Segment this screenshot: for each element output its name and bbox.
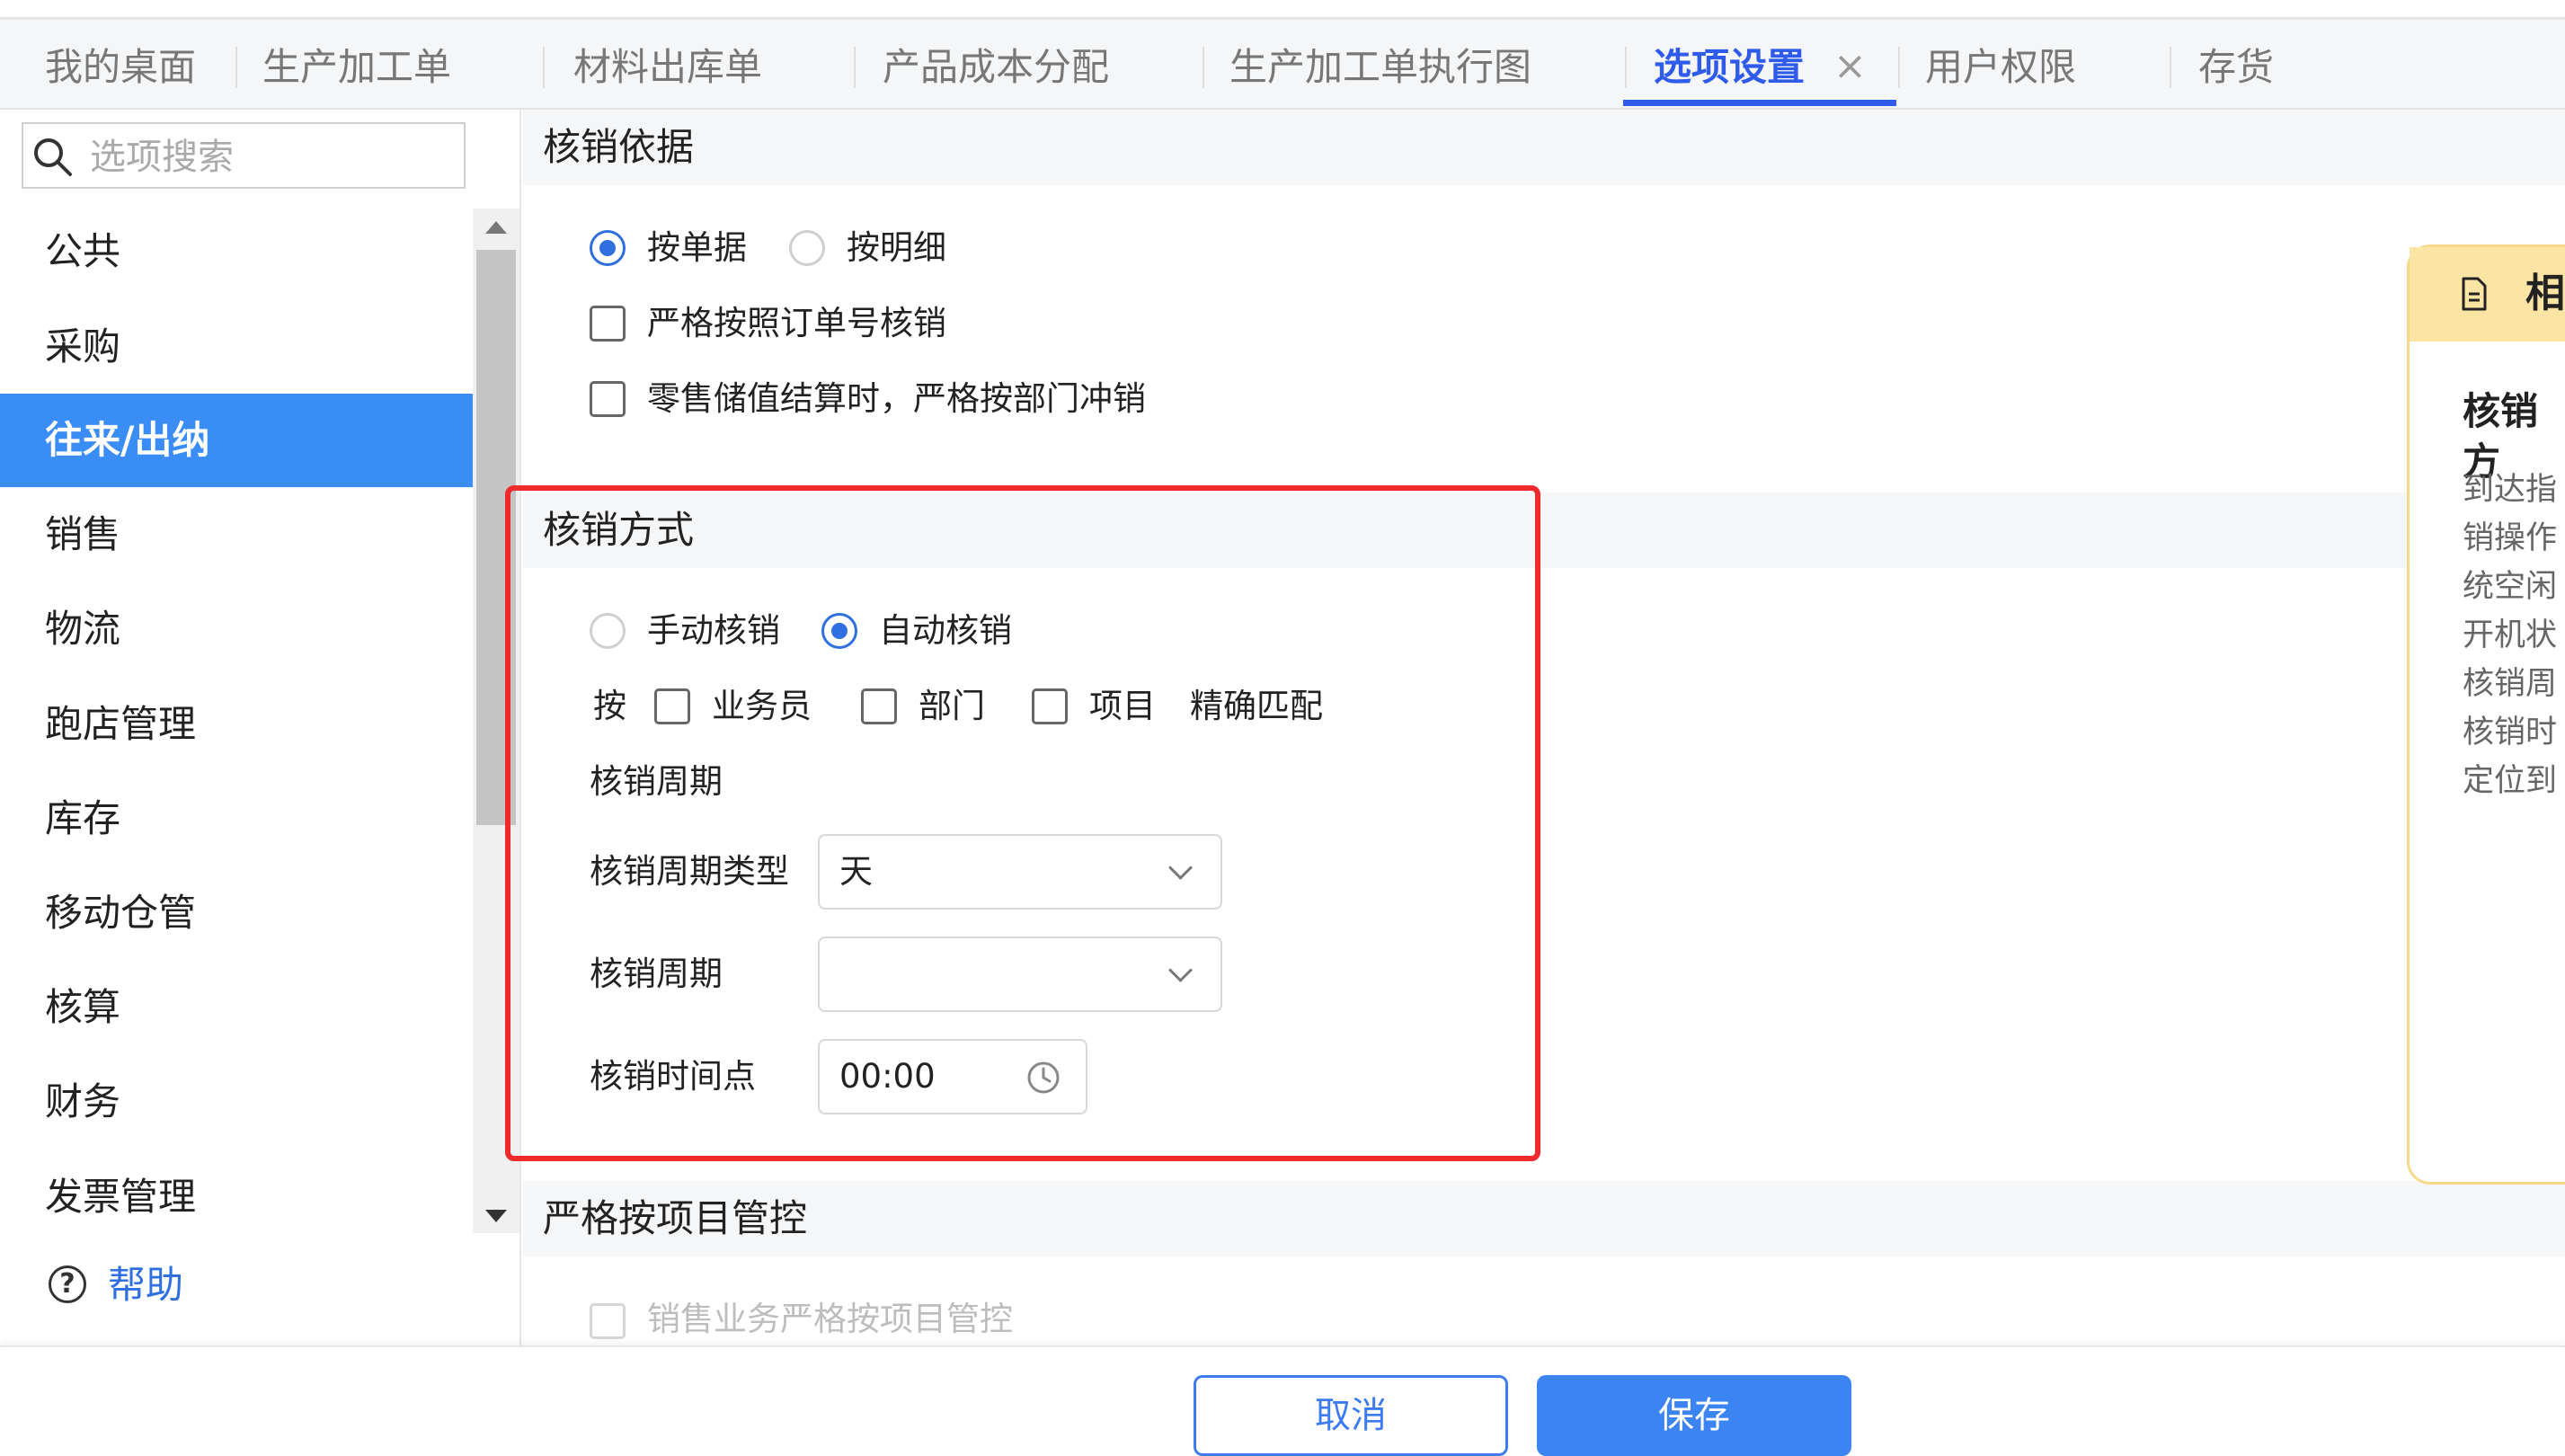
cancel-button[interactable]: 取消 (1194, 1375, 1508, 1456)
sidebar-item-invoice[interactable]: 发票管理 (0, 1150, 473, 1244)
checkbox-sales-project-control[interactable] (590, 1303, 626, 1339)
radio-label-by-document: 按单据 (647, 228, 747, 267)
tab-user-permissions[interactable]: 用户权限 (1925, 20, 2076, 108)
sidebar-item-accounting[interactable]: 核算 (0, 961, 473, 1054)
sidebar-item-logistics[interactable]: 物流 (0, 582, 473, 676)
section-header-project (523, 1181, 2565, 1256)
tab-inventory[interactable]: 存货 (2198, 20, 2274, 108)
scroll-down-arrow-icon[interactable] (485, 1210, 507, 1222)
tab-material-outbound[interactable]: 材料出库单 (573, 20, 762, 108)
window-top-edge (0, 0, 2565, 20)
search-icon (34, 138, 72, 176)
sidebar-item-store-visit[interactable]: 跑店管理 (0, 678, 473, 771)
tab-separator (235, 47, 237, 88)
tab-separator (1625, 47, 1627, 88)
section-title-basis: 核销依据 (543, 125, 695, 169)
help-card-line: 定位到 (2463, 763, 2558, 799)
help-card-title: 相 (2525, 271, 2565, 316)
checkbox-label-strict-order-number: 严格按照订单号核销 (647, 304, 946, 342)
tab-separator (2170, 47, 2171, 88)
tab-production-execution-chart[interactable]: 生产加工单执行图 (1229, 20, 1531, 108)
search-input[interactable] (22, 122, 466, 189)
help-card-line: 核销时 (2463, 715, 2558, 750)
tab-option-settings[interactable]: 选项设置 (1654, 20, 1805, 108)
sidebar-item-purchase[interactable]: 采购 (0, 300, 473, 394)
sidebar-item-mobile-warehouse[interactable]: 移动仓管 (0, 866, 473, 960)
tab-separator (1203, 47, 1204, 88)
close-icon[interactable]: × (1833, 20, 1867, 108)
sidebar-item-sales[interactable]: 销售 (0, 488, 473, 582)
document-icon (2462, 277, 2487, 311)
checkbox-strict-order-number[interactable] (590, 306, 626, 342)
sidebar-item-public[interactable]: 公共 (0, 205, 473, 298)
radio-label-by-detail: 按明细 (847, 228, 946, 267)
help-card-line: 销操作 (2463, 520, 2558, 556)
search-placeholder: 选项搜索 (90, 137, 234, 178)
tab-separator (1898, 47, 1900, 88)
sidebar-item-finance[interactable]: 财务 (0, 1055, 473, 1149)
highlight-box (505, 485, 1540, 1161)
help-card-line: 开机状 (2463, 617, 2558, 653)
help-card-line: 到达指 (2463, 472, 2558, 508)
tab-separator (543, 47, 545, 88)
tab-separator (854, 47, 856, 88)
sidebar-item-accounts-cashier[interactable]: 往来/出纳 (0, 394, 473, 487)
help-circle-icon[interactable]: ? (49, 1265, 86, 1303)
radio-by-document[interactable] (590, 230, 626, 266)
help-card-line: 核销周 (2463, 666, 2558, 702)
active-tab-indicator (1623, 100, 1896, 106)
sidebar-item-stock[interactable]: 库存 (0, 772, 473, 866)
tab-production-order[interactable]: 生产加工单 (262, 20, 451, 108)
tab-product-cost-allocation[interactable]: 产品成本分配 (883, 20, 1109, 108)
checkbox-retail-dept-offset[interactable] (590, 381, 626, 417)
help-card-subtitle: 核销方 (2463, 389, 2539, 484)
scroll-up-arrow-icon[interactable] (485, 221, 507, 234)
radio-by-detail[interactable] (789, 230, 825, 266)
save-button[interactable]: 保存 (1537, 1375, 1851, 1456)
checkbox-label-retail-dept-offset: 零售储值结算时，严格按部门冲销 (647, 379, 1146, 418)
section-header-basis (523, 110, 2565, 185)
help-link[interactable]: 帮助 (108, 1256, 183, 1314)
checkbox-label-sales-project-control: 销售业务严格按项目管控 (647, 1300, 1013, 1338)
section-title-project: 严格按项目管控 (543, 1196, 808, 1240)
help-card-line: 统空闲 (2463, 569, 2558, 605)
tab-my-desktop[interactable]: 我的桌面 (45, 20, 196, 108)
